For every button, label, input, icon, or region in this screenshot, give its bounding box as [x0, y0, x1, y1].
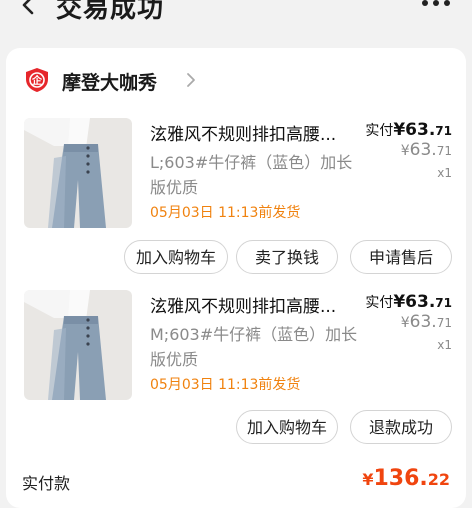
after-sales-button[interactable]: 申请售后 [350, 240, 452, 274]
shop-name[interactable]: 摩登大咖秀 [62, 68, 157, 95]
product-image[interactable] [24, 118, 132, 228]
product-image[interactable] [24, 290, 132, 400]
product-title[interactable]: 泫雅风不规则排扣高腰... [150, 120, 336, 145]
add-to-cart-button[interactable]: 加入购物车 [236, 410, 338, 444]
top-bar: 交易成功 [0, 0, 472, 26]
svg-text:企: 企 [31, 74, 43, 87]
product-spec: M;603#牛仔裤（蓝色）加长版优质 [150, 325, 358, 369]
order-card: 企 摩登大咖秀 泫雅风不规则排扣高腰... L;603#牛仔裤（蓝色）加长版优质… [6, 48, 466, 508]
product-title[interactable]: 泫雅风不规则排扣高腰... [150, 292, 336, 317]
total-label: 实付款 [22, 474, 71, 493]
paid-price: 实付¥63.71 [365, 292, 452, 312]
page-title: 交易成功 [56, 0, 165, 24]
add-to-cart-button[interactable]: 加入购物车 [124, 240, 228, 274]
shipping-time: 05月03日 11:13前发货 [150, 377, 301, 393]
sell-button[interactable]: 卖了换钱 [236, 240, 338, 274]
total-row: 实付款 ¥136.22 [6, 466, 466, 496]
chevron-right-icon [187, 73, 195, 87]
more-icon[interactable] [422, 0, 450, 10]
original-price: ¥63.71 [400, 140, 452, 160]
original-price: ¥63.71 [400, 312, 452, 332]
order-item[interactable]: 泫雅风不规则排扣高腰... L;603#牛仔裤（蓝色）加长版优质 05月03日 … [6, 118, 466, 228]
shop-header[interactable]: 企 摩登大咖秀 [24, 66, 424, 96]
quantity: x1 [437, 166, 452, 180]
shipping-time: 05月03日 11:13前发货 [150, 205, 301, 221]
quantity: x1 [437, 338, 452, 352]
shop-logo-icon: 企 [26, 68, 48, 92]
product-spec: L;603#牛仔裤（蓝色）加长版优质 [150, 153, 353, 197]
total-amount: ¥136.22 [362, 466, 450, 491]
refund-status-button[interactable]: 退款成功 [350, 410, 452, 444]
paid-price: 实付¥63.71 [365, 120, 452, 140]
order-item[interactable]: 泫雅风不规则排扣高腰... M;603#牛仔裤（蓝色）加长版优质 05月03日 … [6, 290, 466, 400]
back-icon[interactable] [18, 0, 40, 16]
